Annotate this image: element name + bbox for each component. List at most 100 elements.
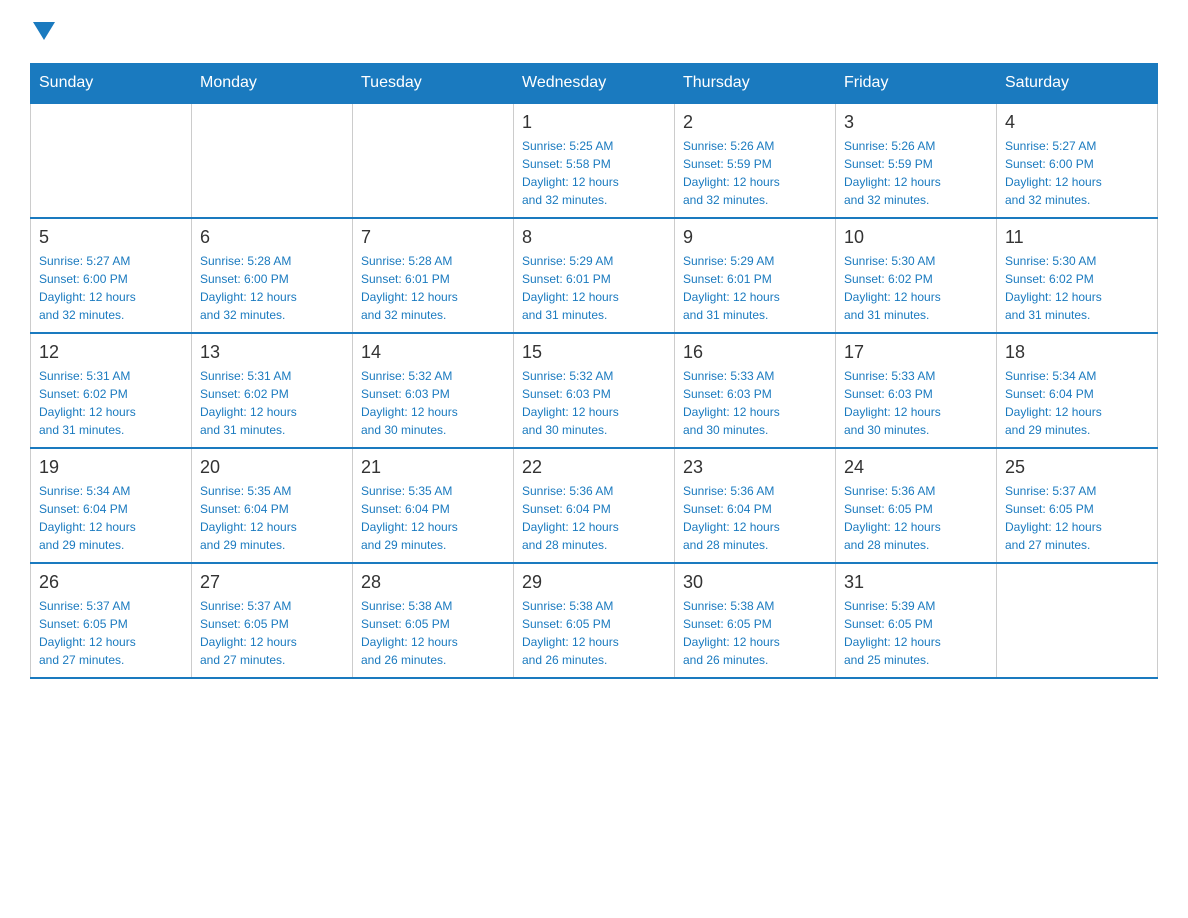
calendar-table: SundayMondayTuesdayWednesdayThursdayFrid… — [30, 63, 1158, 679]
day-info: Sunrise: 5:30 AMSunset: 6:02 PMDaylight:… — [844, 252, 988, 324]
day-info: Sunrise: 5:37 AMSunset: 6:05 PMDaylight:… — [200, 597, 344, 669]
calendar-cell: 23Sunrise: 5:36 AMSunset: 6:04 PMDayligh… — [675, 448, 836, 563]
day-number: 5 — [39, 227, 183, 248]
day-number: 16 — [683, 342, 827, 363]
calendar-cell: 28 Sunrise: 5:38 AMSunset: 6:05 PMDayligh… — [353, 563, 514, 678]
logo — [30, 20, 55, 43]
day-number: 31 — [844, 572, 988, 593]
calendar-cell: 2Sunrise: 5:26 AMSunset: 5:59 PMDaylight… — [675, 103, 836, 218]
day-info: Sunrise: 5:32 AMSunset: 6:03 PMDaylight:… — [522, 367, 666, 439]
day-info: Sunrise: 5:36 AMSunset: 6:04 PMDaylight:… — [522, 482, 666, 554]
calendar-week-row: 1 Sunrise: 5:25 AMSunset: 5:58 PMDaylight… — [31, 103, 1158, 218]
day-info: Sunrise: 5:31 AMSunset: 6:02 PMDaylight:… — [200, 367, 344, 439]
calendar-header-tuesday: Tuesday — [353, 64, 514, 104]
day-number: 19 — [39, 457, 183, 478]
day-info: Sunrise: 5:37 AMSunset: 6:05 PMDaylight:… — [39, 597, 183, 669]
day-info: Sunrise: 5:39 AMSunset: 6:05 PMDaylight:… — [844, 597, 988, 669]
calendar-cell: 5 Sunrise: 5:27 AMSunset: 6:00 PMDaylight… — [31, 218, 192, 333]
day-info: Sunrise: 5:27 AMSunset: 6:00 PMDaylight:… — [39, 252, 183, 324]
day-number: 17 — [844, 342, 988, 363]
day-number: 25 — [1005, 457, 1149, 478]
day-info: Sunrise: 5:31 AMSunset: 6:02 PMDaylight:… — [39, 367, 183, 439]
calendar-cell: 14 Sunrise: 5:32 AMSunset: 6:03 PMDayligh… — [353, 333, 514, 448]
day-number: 9 — [683, 227, 827, 248]
calendar-cell: 12 Sunrise: 5:31 AMSunset: 6:02 PMDayligh… — [31, 333, 192, 448]
day-number: 3 — [844, 112, 988, 133]
calendar-header-thursday: Thursday — [675, 64, 836, 104]
day-info: Sunrise: 5:38 AMSunset: 6:05 PMDaylight:… — [522, 597, 666, 669]
calendar-cell: 30 Sunrise: 5:38 AMSunset: 6:05 PMDayligh… — [675, 563, 836, 678]
day-info: Sunrise: 5:33 AMSunset: 6:03 PMDaylight:… — [844, 367, 988, 439]
calendar-cell: 25 Sunrise: 5:37 AMSunset: 6:05 PMDayligh… — [997, 448, 1158, 563]
day-number: 23 — [683, 457, 827, 478]
calendar-cell — [353, 103, 514, 218]
calendar-cell: 27 Sunrise: 5:37 AMSunset: 6:05 PMDayligh… — [192, 563, 353, 678]
day-number: 24 — [844, 457, 988, 478]
day-info: Sunrise: 5:37 AMSunset: 6:05 PMDaylight:… — [1005, 482, 1149, 554]
day-number: 21 — [361, 457, 505, 478]
calendar-header-friday: Friday — [836, 64, 997, 104]
day-number: 27 — [200, 572, 344, 593]
day-info: Sunrise: 5:25 AMSunset: 5:58 PMDaylight:… — [522, 137, 666, 209]
day-number: 7 — [361, 227, 505, 248]
day-info: Sunrise: 5:28 AMSunset: 6:00 PMDaylight:… — [200, 252, 344, 324]
calendar-cell: 9 Sunrise: 5:29 AMSunset: 6:01 PMDaylight… — [675, 218, 836, 333]
day-info: Sunrise: 5:26 AMSunset: 5:59 PMDaylight:… — [844, 137, 988, 209]
day-number: 11 — [1005, 227, 1149, 248]
day-number: 20 — [200, 457, 344, 478]
calendar-cell: 4Sunrise: 5:27 AMSunset: 6:00 PMDaylight… — [997, 103, 1158, 218]
calendar-cell: 24 Sunrise: 5:36 AMSunset: 6:05 PMDayligh… — [836, 448, 997, 563]
calendar-cell: 18 Sunrise: 5:34 AMSunset: 6:04 PMDayligh… — [997, 333, 1158, 448]
day-info: Sunrise: 5:30 AMSunset: 6:02 PMDaylight:… — [1005, 252, 1149, 324]
day-number: 14 — [361, 342, 505, 363]
day-number: 22 — [522, 457, 666, 478]
day-number: 8 — [522, 227, 666, 248]
calendar-cell: 31 Sunrise: 5:39 AMSunset: 6:05 PMDayligh… — [836, 563, 997, 678]
day-number: 13 — [200, 342, 344, 363]
calendar-week-row: 5 Sunrise: 5:27 AMSunset: 6:00 PMDaylight… — [31, 218, 1158, 333]
day-info: Sunrise: 5:29 AMSunset: 6:01 PMDaylight:… — [522, 252, 666, 324]
calendar-cell: 13 Sunrise: 5:31 AMSunset: 6:02 PMDayligh… — [192, 333, 353, 448]
day-info: Sunrise: 5:36 AMSunset: 6:05 PMDaylight:… — [844, 482, 988, 554]
calendar-cell: 6Sunrise: 5:28 AMSunset: 6:00 PMDaylight… — [192, 218, 353, 333]
day-info: Sunrise: 5:33 AMSunset: 6:03 PMDaylight:… — [683, 367, 827, 439]
calendar-cell: 7Sunrise: 5:28 AMSunset: 6:01 PMDaylight… — [353, 218, 514, 333]
calendar-cell: 21 Sunrise: 5:35 AMSunset: 6:04 PMDayligh… — [353, 448, 514, 563]
calendar-cell: 3 Sunrise: 5:26 AMSunset: 5:59 PMDaylight… — [836, 103, 997, 218]
calendar-cell: 17 Sunrise: 5:33 AMSunset: 6:03 PMDayligh… — [836, 333, 997, 448]
day-info: Sunrise: 5:34 AMSunset: 6:04 PMDaylight:… — [39, 482, 183, 554]
day-number: 30 — [683, 572, 827, 593]
day-number: 28 — [361, 572, 505, 593]
day-info: Sunrise: 5:34 AMSunset: 6:04 PMDaylight:… — [1005, 367, 1149, 439]
day-info: Sunrise: 5:35 AMSunset: 6:04 PMDaylight:… — [361, 482, 505, 554]
calendar-cell: 29 Sunrise: 5:38 AMSunset: 6:05 PMDayligh… — [514, 563, 675, 678]
page-header — [30, 20, 1158, 43]
calendar-cell: 16 Sunrise: 5:33 AMSunset: 6:03 PMDayligh… — [675, 333, 836, 448]
day-info: Sunrise: 5:29 AMSunset: 6:01 PMDaylight:… — [683, 252, 827, 324]
day-info: Sunrise: 5:38 AMSunset: 6:05 PMDaylight:… — [361, 597, 505, 669]
day-info: Sunrise: 5:32 AMSunset: 6:03 PMDaylight:… — [361, 367, 505, 439]
calendar-header-wednesday: Wednesday — [514, 64, 675, 104]
calendar-week-row: 19 Sunrise: 5:34 AMSunset: 6:04 PMDayligh… — [31, 448, 1158, 563]
day-number: 1 — [522, 112, 666, 133]
calendar-cell: 26 Sunrise: 5:37 AMSunset: 6:05 PMDayligh… — [31, 563, 192, 678]
calendar-week-row: 12 Sunrise: 5:31 AMSunset: 6:02 PMDayligh… — [31, 333, 1158, 448]
calendar-header-sunday: Sunday — [31, 64, 192, 104]
calendar-header-saturday: Saturday — [997, 64, 1158, 104]
day-number: 10 — [844, 227, 988, 248]
day-number: 26 — [39, 572, 183, 593]
calendar-cell — [192, 103, 353, 218]
calendar-cell: 8 Sunrise: 5:29 AMSunset: 6:01 PMDaylight… — [514, 218, 675, 333]
day-number: 29 — [522, 572, 666, 593]
calendar-cell: 19 Sunrise: 5:34 AMSunset: 6:04 PMDayligh… — [31, 448, 192, 563]
calendar-cell: 15Sunrise: 5:32 AMSunset: 6:03 PMDayligh… — [514, 333, 675, 448]
day-number: 12 — [39, 342, 183, 363]
calendar-cell: 22 Sunrise: 5:36 AMSunset: 6:04 PMDayligh… — [514, 448, 675, 563]
calendar-cell: 11 Sunrise: 5:30 AMSunset: 6:02 PMDayligh… — [997, 218, 1158, 333]
day-number: 4 — [1005, 112, 1149, 133]
logo-triangle-icon — [33, 22, 55, 40]
day-info: Sunrise: 5:35 AMSunset: 6:04 PMDaylight:… — [200, 482, 344, 554]
calendar-cell: 20 Sunrise: 5:35 AMSunset: 6:04 PMDayligh… — [192, 448, 353, 563]
day-info: Sunrise: 5:38 AMSunset: 6:05 PMDaylight:… — [683, 597, 827, 669]
day-number: 18 — [1005, 342, 1149, 363]
